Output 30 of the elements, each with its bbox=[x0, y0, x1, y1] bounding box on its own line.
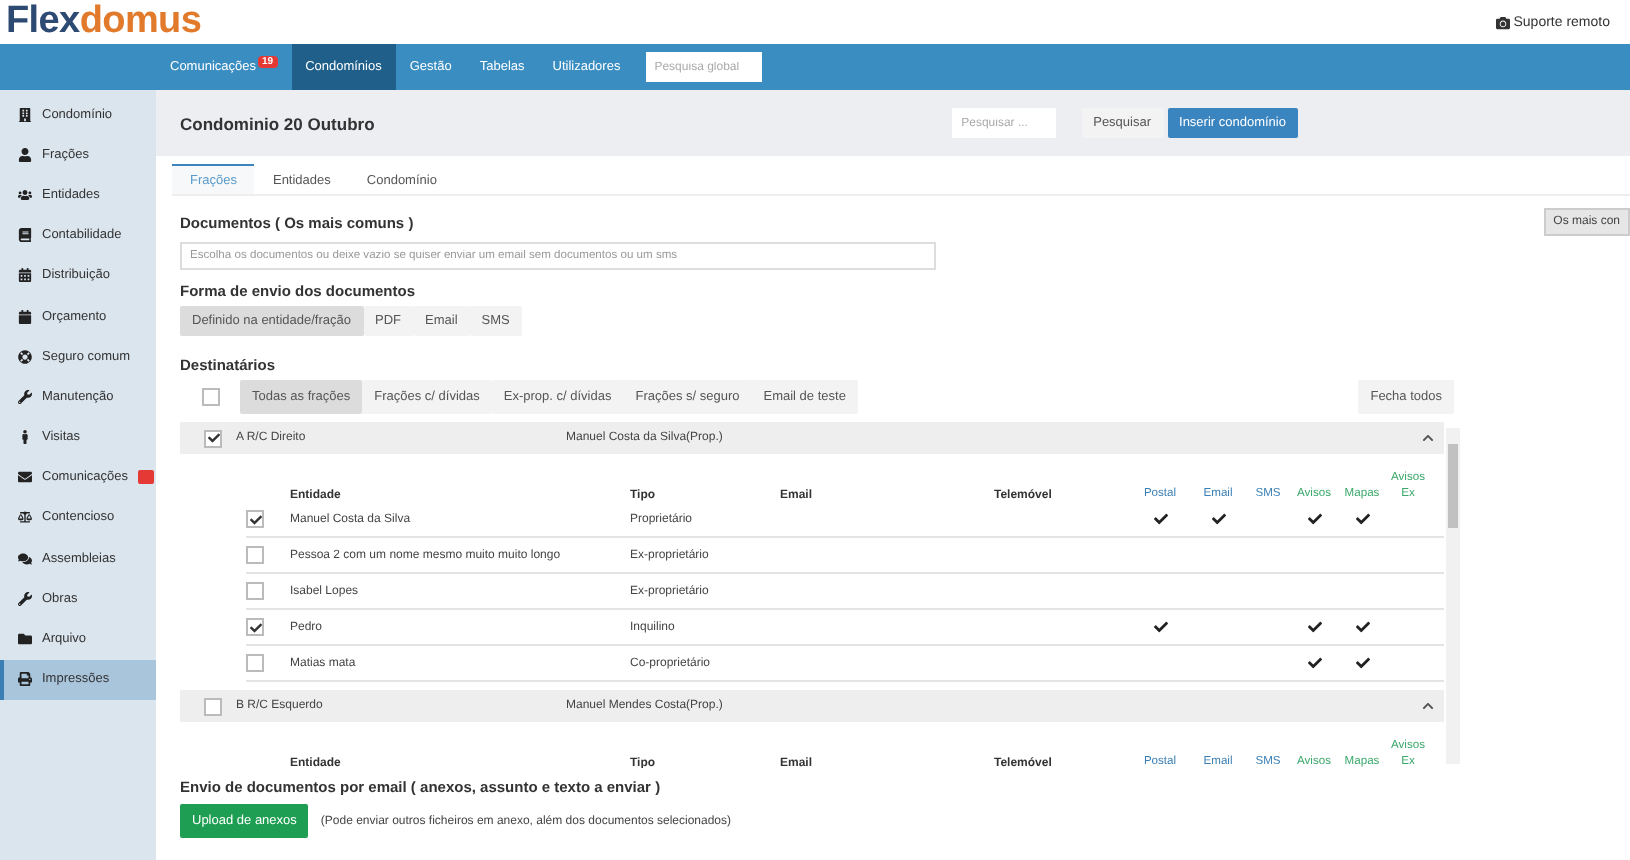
calendar-icon bbox=[18, 268, 32, 283]
building-icon bbox=[18, 107, 32, 122]
wrench-icon bbox=[18, 591, 32, 606]
book-icon bbox=[18, 228, 32, 243]
calendar-icon bbox=[18, 309, 32, 324]
entity-checkbox[interactable] bbox=[246, 654, 264, 672]
printer-icon bbox=[18, 672, 32, 687]
entity-checkbox[interactable] bbox=[246, 618, 264, 636]
fraction-checkbox[interactable] bbox=[204, 429, 222, 447]
collapse-icon[interactable] bbox=[1422, 432, 1434, 444]
fraction-checkbox[interactable] bbox=[204, 697, 222, 715]
speech-bubbles-icon bbox=[18, 551, 32, 566]
wrench-icon bbox=[18, 389, 32, 404]
entity-checkbox[interactable] bbox=[246, 510, 264, 528]
scrollbar[interactable] bbox=[1446, 428, 1460, 764]
entity-checkbox[interactable] bbox=[246, 546, 264, 564]
folder-icon bbox=[18, 632, 32, 647]
envelope-icon bbox=[18, 470, 32, 485]
user-icon bbox=[18, 147, 32, 162]
entity-checkbox[interactable] bbox=[246, 582, 264, 600]
scale-icon bbox=[18, 510, 32, 525]
flexdomus-logo: Flexdomus bbox=[6, 0, 202, 44]
scrollbar-thumb[interactable] bbox=[1448, 444, 1458, 528]
person-icon bbox=[18, 430, 32, 445]
lifebuoy-icon bbox=[18, 349, 32, 364]
collapse-icon[interactable] bbox=[1422, 700, 1434, 712]
page-title: Condominio 20 Outubro bbox=[180, 113, 377, 133]
users-icon bbox=[18, 187, 32, 202]
camera-icon bbox=[1495, 15, 1510, 29]
select-all-checkbox[interactable] bbox=[202, 388, 220, 406]
